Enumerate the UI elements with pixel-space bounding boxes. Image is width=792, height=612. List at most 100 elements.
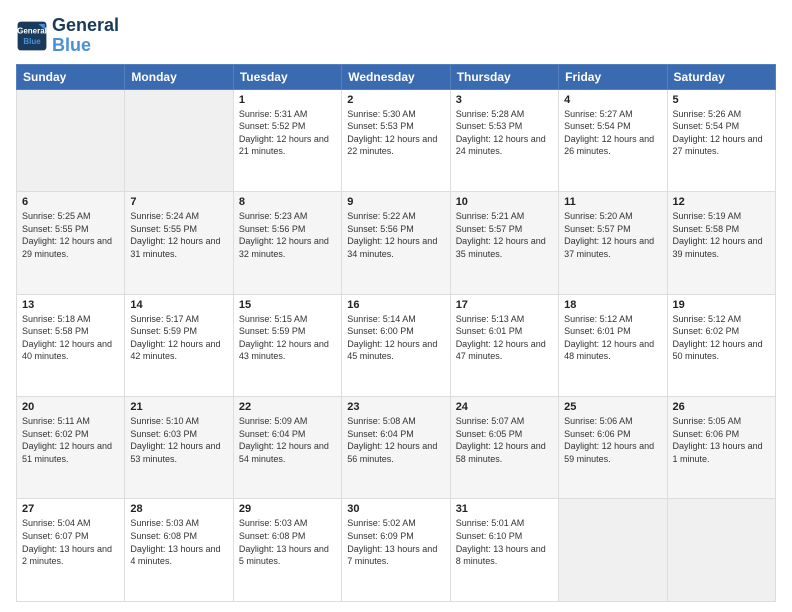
day-info: Sunrise: 5:01 AMSunset: 6:10 PMDaylight:…	[456, 517, 553, 567]
day-number: 6	[22, 196, 119, 208]
day-number: 30	[347, 503, 444, 515]
calendar-day-cell: 12 Sunrise: 5:19 AMSunset: 5:58 PMDayligh…	[667, 192, 775, 294]
svg-text:Blue: Blue	[23, 37, 41, 46]
day-number: 15	[239, 299, 336, 311]
calendar-day-cell: 13 Sunrise: 5:18 AMSunset: 5:58 PMDayligh…	[17, 294, 125, 396]
calendar-day-cell: 2Sunrise: 5:30 AMSunset: 5:53 PMDaylight…	[342, 89, 450, 191]
calendar-day-cell: 8 Sunrise: 5:23 AMSunset: 5:56 PMDaylight…	[233, 192, 341, 294]
day-number: 18	[564, 299, 661, 311]
calendar-day-cell: 5Sunrise: 5:26 AMSunset: 5:54 PMDaylight…	[667, 89, 775, 191]
day-info: Sunrise: 5:11 AMSunset: 6:02 PMDaylight:…	[22, 415, 119, 465]
day-info: Sunrise: 5:19 AMSunset: 5:58 PMDaylight:…	[673, 210, 770, 260]
calendar-day-cell: 20 Sunrise: 5:11 AMSunset: 6:02 PMDayligh…	[17, 397, 125, 499]
day-number: 14	[130, 299, 227, 311]
day-info: Sunrise: 5:02 AMSunset: 6:09 PMDaylight:…	[347, 517, 444, 567]
calendar-day-cell: 6 Sunrise: 5:25 AMSunset: 5:55 PMDaylight…	[17, 192, 125, 294]
calendar-week-row: 27 Sunrise: 5:04 AMSunset: 6:07 PMDayligh…	[17, 499, 776, 602]
calendar-day-cell: 11Sunrise: 5:20 AMSunset: 5:57 PMDayligh…	[559, 192, 667, 294]
day-number: 27	[22, 503, 119, 515]
weekday-header-cell: Wednesday	[342, 64, 450, 89]
day-number: 1	[239, 94, 336, 106]
day-info: Sunrise: 5:13 AMSunset: 6:01 PMDaylight:…	[456, 313, 553, 363]
calendar-day-cell: 22 Sunrise: 5:09 AMSunset: 6:04 PMDayligh…	[233, 397, 341, 499]
weekday-header-cell: Saturday	[667, 64, 775, 89]
weekday-header-cell: Friday	[559, 64, 667, 89]
calendar-day-cell: 1 Sunrise: 5:31 AMSunset: 5:52 PMDaylight…	[233, 89, 341, 191]
calendar-day-cell: 15Sunrise: 5:15 AMSunset: 5:59 PMDayligh…	[233, 294, 341, 396]
page: General Blue General Blue SundayMondayTu…	[0, 0, 792, 612]
day-number: 20	[22, 401, 119, 413]
calendar-day-cell: 3 Sunrise: 5:28 AMSunset: 5:53 PMDaylight…	[450, 89, 558, 191]
logo-icon: General Blue	[16, 20, 48, 52]
day-number: 16	[347, 299, 444, 311]
day-info: Sunrise: 5:21 AMSunset: 5:57 PMDaylight:…	[456, 210, 553, 260]
calendar-day-cell: 24Sunrise: 5:07 AMSunset: 6:05 PMDayligh…	[450, 397, 558, 499]
calendar-day-cell: 28Sunrise: 5:03 AMSunset: 6:08 PMDayligh…	[125, 499, 233, 602]
day-number: 19	[673, 299, 770, 311]
calendar-day-cell	[17, 89, 125, 191]
day-number: 21	[130, 401, 227, 413]
day-info: Sunrise: 5:07 AMSunset: 6:05 PMDaylight:…	[456, 415, 553, 465]
calendar-day-cell: 29Sunrise: 5:03 AMSunset: 6:08 PMDayligh…	[233, 499, 341, 602]
calendar-day-cell: 27 Sunrise: 5:04 AMSunset: 6:07 PMDayligh…	[17, 499, 125, 602]
calendar-day-cell	[125, 89, 233, 191]
calendar-week-row: 20 Sunrise: 5:11 AMSunset: 6:02 PMDayligh…	[17, 397, 776, 499]
day-number: 9	[347, 196, 444, 208]
day-info: Sunrise: 5:08 AMSunset: 6:04 PMDaylight:…	[347, 415, 444, 465]
day-info: Sunrise: 5:06 AMSunset: 6:06 PMDaylight:…	[564, 415, 661, 465]
calendar-day-cell: 14Sunrise: 5:17 AMSunset: 5:59 PMDayligh…	[125, 294, 233, 396]
day-number: 10	[456, 196, 553, 208]
day-info: Sunrise: 5:22 AMSunset: 5:56 PMDaylight:…	[347, 210, 444, 260]
calendar-week-row: 13 Sunrise: 5:18 AMSunset: 5:58 PMDayligh…	[17, 294, 776, 396]
day-info: Sunrise: 5:04 AMSunset: 6:07 PMDaylight:…	[22, 517, 119, 567]
day-number: 7	[130, 196, 227, 208]
calendar-day-cell: 30 Sunrise: 5:02 AMSunset: 6:09 PMDayligh…	[342, 499, 450, 602]
day-info: Sunrise: 5:14 AMSunset: 6:00 PMDaylight:…	[347, 313, 444, 363]
day-info: Sunrise: 5:23 AMSunset: 5:56 PMDaylight:…	[239, 210, 336, 260]
day-info: Sunrise: 5:05 AMSunset: 6:06 PMDaylight:…	[673, 415, 770, 465]
calendar-day-cell	[667, 499, 775, 602]
day-number: 31	[456, 503, 553, 515]
day-info: Sunrise: 5:18 AMSunset: 5:58 PMDaylight:…	[22, 313, 119, 363]
day-number: 17	[456, 299, 553, 311]
calendar-day-cell: 23 Sunrise: 5:08 AMSunset: 6:04 PMDayligh…	[342, 397, 450, 499]
day-info: Sunrise: 5:28 AMSunset: 5:53 PMDaylight:…	[456, 108, 553, 158]
weekday-header-cell: Monday	[125, 64, 233, 89]
svg-text:General: General	[17, 26, 47, 35]
day-number: 23	[347, 401, 444, 413]
day-info: Sunrise: 5:26 AMSunset: 5:54 PMDaylight:…	[673, 108, 770, 158]
day-info: Sunrise: 5:27 AMSunset: 5:54 PMDaylight:…	[564, 108, 661, 158]
day-number: 12	[673, 196, 770, 208]
day-info: Sunrise: 5:25 AMSunset: 5:55 PMDaylight:…	[22, 210, 119, 260]
day-number: 4	[564, 94, 661, 106]
header: General Blue General Blue	[16, 16, 776, 56]
calendar-body: 1 Sunrise: 5:31 AMSunset: 5:52 PMDaylight…	[17, 89, 776, 601]
calendar-day-cell: 19Sunrise: 5:12 AMSunset: 6:02 PMDayligh…	[667, 294, 775, 396]
weekday-header-cell: Sunday	[17, 64, 125, 89]
day-number: 26	[673, 401, 770, 413]
calendar-day-cell	[559, 499, 667, 602]
weekday-header-row: SundayMondayTuesdayWednesdayThursdayFrid…	[17, 64, 776, 89]
day-info: Sunrise: 5:24 AMSunset: 5:55 PMDaylight:…	[130, 210, 227, 260]
calendar-day-cell: 18Sunrise: 5:12 AMSunset: 6:01 PMDayligh…	[559, 294, 667, 396]
calendar-week-row: 6 Sunrise: 5:25 AMSunset: 5:55 PMDaylight…	[17, 192, 776, 294]
day-info: Sunrise: 5:31 AMSunset: 5:52 PMDaylight:…	[239, 108, 336, 158]
day-number: 3	[456, 94, 553, 106]
day-info: Sunrise: 5:09 AMSunset: 6:04 PMDaylight:…	[239, 415, 336, 465]
day-number: 13	[22, 299, 119, 311]
day-info: Sunrise: 5:10 AMSunset: 6:03 PMDaylight:…	[130, 415, 227, 465]
calendar-day-cell: 21 Sunrise: 5:10 AMSunset: 6:03 PMDayligh…	[125, 397, 233, 499]
logo: General Blue General Blue	[16, 16, 119, 56]
day-number: 8	[239, 196, 336, 208]
weekday-header-cell: Thursday	[450, 64, 558, 89]
day-number: 22	[239, 401, 336, 413]
day-info: Sunrise: 5:20 AMSunset: 5:57 PMDaylight:…	[564, 210, 661, 260]
day-number: 2	[347, 94, 444, 106]
day-number: 29	[239, 503, 336, 515]
calendar-table: SundayMondayTuesdayWednesdayThursdayFrid…	[16, 64, 776, 602]
day-info: Sunrise: 5:03 AMSunset: 6:08 PMDaylight:…	[130, 517, 227, 567]
calendar-day-cell: 16 Sunrise: 5:14 AMSunset: 6:00 PMDayligh…	[342, 294, 450, 396]
calendar-week-row: 1 Sunrise: 5:31 AMSunset: 5:52 PMDaylight…	[17, 89, 776, 191]
calendar-day-cell: 7 Sunrise: 5:24 AMSunset: 5:55 PMDaylight…	[125, 192, 233, 294]
calendar-day-cell: 9 Sunrise: 5:22 AMSunset: 5:56 PMDaylight…	[342, 192, 450, 294]
